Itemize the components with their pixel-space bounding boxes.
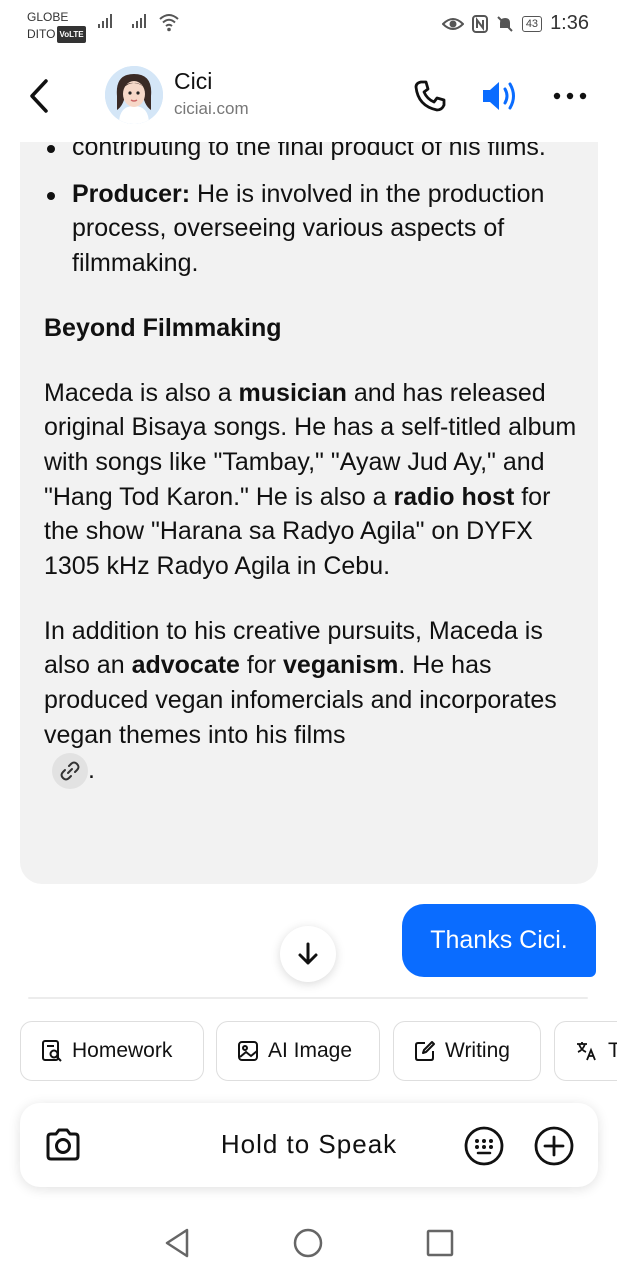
advocate-bold: advocate xyxy=(131,651,240,680)
source-link-chip[interactable] xyxy=(52,752,88,789)
ai-message-body: contributing to the final product of his… xyxy=(44,142,584,789)
nav-recents-icon[interactable] xyxy=(424,1226,456,1260)
chip-translate-label: T xyxy=(608,1039,617,1062)
chip-writing[interactable]: Writing xyxy=(393,1021,541,1081)
speaker-icon[interactable] xyxy=(480,78,520,114)
carrier-2: DITO xyxy=(27,27,56,41)
nav-back-icon[interactable] xyxy=(162,1226,192,1260)
contact-name: Cici xyxy=(174,68,213,94)
signal-2-icon xyxy=(132,14,146,28)
user-message-bubble[interactable]: Thanks Cici. xyxy=(402,904,596,977)
chip-homework-label: Homework xyxy=(72,1039,173,1062)
bullet-continuation: contributing to the final product of his… xyxy=(47,142,584,165)
writing-icon xyxy=(415,1041,435,1061)
section-heading: Beyond Filmmaking xyxy=(44,313,282,342)
carrier-1: GLOBE xyxy=(27,10,69,24)
bullet-producer: Producer: He is involved in the producti… xyxy=(47,177,584,281)
contact-domain: ciciai.com xyxy=(174,99,249,118)
homework-icon xyxy=(42,1040,62,1062)
arrow-down-icon xyxy=(298,942,318,965)
quick-actions: Homework AI Image Writing T xyxy=(20,1021,617,1081)
paragraph-veganism: In addition to his creative pursuits, Ma… xyxy=(44,614,584,789)
nav-home-icon[interactable] xyxy=(292,1226,324,1260)
add-icon[interactable] xyxy=(533,1125,575,1167)
chip-translate[interactable]: T xyxy=(554,1021,617,1081)
paragraph-musician: Maceda is also a musician and has releas… xyxy=(44,378,577,581)
carrier-info: GLOBE DITO VoLTE xyxy=(27,9,86,44)
veganism-bold: veganism xyxy=(283,651,399,680)
chip-writing-label: Writing xyxy=(445,1039,510,1062)
divider xyxy=(28,997,588,999)
chip-homework[interactable]: Homework xyxy=(20,1021,204,1081)
chat-header: Cici ciciai.com xyxy=(0,60,617,132)
system-nav-bar xyxy=(0,1210,617,1280)
chip-ai-image-label: AI Image xyxy=(268,1039,353,1062)
signal-icon xyxy=(98,14,112,28)
wifi-icon xyxy=(159,14,179,32)
avatar[interactable] xyxy=(105,66,163,124)
continuation-text: contributing to the final product of his… xyxy=(72,142,546,161)
translate-icon xyxy=(577,1042,596,1061)
keyboard-icon[interactable] xyxy=(463,1125,505,1167)
producer-label: Producer: xyxy=(72,179,191,208)
status-bar: GLOBE DITO VoLTE 43 1:36 xyxy=(0,0,617,50)
mute-bell-icon xyxy=(497,15,513,32)
eye-icon xyxy=(441,17,464,30)
more-options-icon[interactable] xyxy=(552,78,588,114)
radio-host-bold: radio host xyxy=(393,482,515,511)
chip-ai-image[interactable]: AI Image xyxy=(216,1021,380,1081)
ai-message-card: contributing to the final product of his… xyxy=(20,142,598,884)
scroll-to-bottom-button[interactable] xyxy=(280,926,336,982)
back-arrow-icon[interactable] xyxy=(24,78,54,114)
musician-bold: musician xyxy=(238,378,347,407)
volte-badge: VoLTE xyxy=(57,26,86,44)
image-icon xyxy=(238,1041,258,1061)
phone-icon[interactable] xyxy=(412,78,448,114)
link-icon xyxy=(60,761,80,781)
hold-to-speak-button[interactable]: Hold to Speak xyxy=(20,1129,598,1160)
battery-indicator: 43 xyxy=(521,15,543,32)
nfc-icon xyxy=(471,14,488,33)
voice-input-bar: Hold to Speak xyxy=(20,1103,598,1187)
clock: 1:36 xyxy=(550,12,589,34)
